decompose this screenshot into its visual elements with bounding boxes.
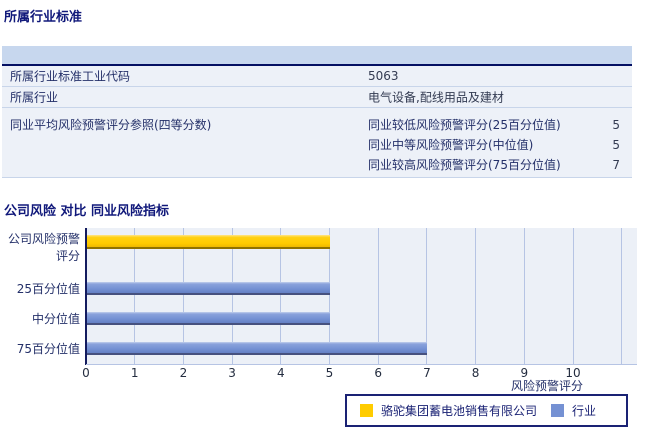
bar-中分位值	[86, 312, 330, 325]
row-value: 电气设备,配线用品及建材	[368, 90, 504, 105]
subrow-value: 7	[612, 158, 620, 172]
subrow-label: 同业中等风险预警评分(中位值)	[368, 138, 534, 152]
x-axis-line	[86, 364, 637, 365]
quartile-subrows: 同业较低风险预警评分(25百分位值) 5 同业中等风险预警评分(中位值) 5 同…	[368, 115, 632, 175]
subrow-label: 同业较低风险预警评分(25百分位值)	[368, 118, 561, 132]
subrow-value: 5	[612, 138, 620, 152]
x-axis-title: 风险预警评分	[510, 379, 583, 393]
subrow-median: 同业中等风险预警评分(中位值) 5	[368, 135, 632, 155]
row-label: 同业平均风险预警评分参照(四等分数)	[10, 118, 212, 132]
section-title-risk-comparison: 公司风险 对比 同业风险指标	[4, 204, 170, 219]
row-label: 所属行业标准工业代码	[10, 69, 131, 84]
category-label-公司风险预警评分: 公司风险预警评分	[7, 232, 80, 263]
legend-swatch-company	[360, 404, 373, 417]
row-value: 5063	[368, 69, 399, 83]
category-label-75百分位值: 75百分位值	[16, 342, 80, 356]
subrow-75th-percentile: 同业较高风险预警评分(75百分位值) 7	[368, 155, 632, 175]
industry-standard-table: 所属行业标准工业代码 5063 所属行业 电气设备,配线用品及建材 同业平均风险…	[2, 46, 632, 178]
gridline	[523, 228, 525, 364]
row-label: 所属行业	[10, 90, 59, 105]
legend-label-industry: 行业	[572, 404, 597, 418]
subrow-value: 5	[612, 118, 620, 132]
subrow-label: 同业较高风险预警评分(75百分位值)	[368, 158, 561, 172]
category-label-25百分位值: 25百分位值	[16, 282, 80, 296]
gridline	[475, 228, 477, 364]
table-row-industry-code: 所属行业标准工业代码 5063	[2, 66, 632, 87]
bar-25百分位值	[86, 282, 330, 295]
report-page: { "section_industry": { "title": "所属行业标准…	[0, 0, 648, 436]
table-header-band	[2, 46, 632, 66]
section-title-industry-standard: 所属行业标准	[4, 10, 83, 25]
legend-label-company: 骆驼集团蓄电池销售有限公司	[381, 404, 538, 418]
y-axis-line	[85, 228, 87, 365]
bar-公司风险预警评分	[86, 235, 330, 249]
subrow-25th-percentile: 同业较低风险预警评分(25百分位值) 5	[368, 115, 632, 135]
gridline	[621, 228, 623, 364]
chart-legend: 骆驼集团蓄电池销售有限公司 行业	[345, 394, 628, 427]
gridline	[572, 228, 574, 364]
table-row-peer-quartiles: 同业平均风险预警评分参照(四等分数) 同业较低风险预警评分(25百分位值) 5 …	[2, 108, 632, 178]
bar-75百分位值	[86, 342, 427, 355]
category-label-中分位值: 中分位值	[31, 312, 80, 326]
chart-plot-area	[86, 228, 637, 364]
table-row-industry-name: 所属行业 电气设备,配线用品及建材	[2, 87, 632, 108]
legend-swatch-industry	[551, 404, 565, 417]
